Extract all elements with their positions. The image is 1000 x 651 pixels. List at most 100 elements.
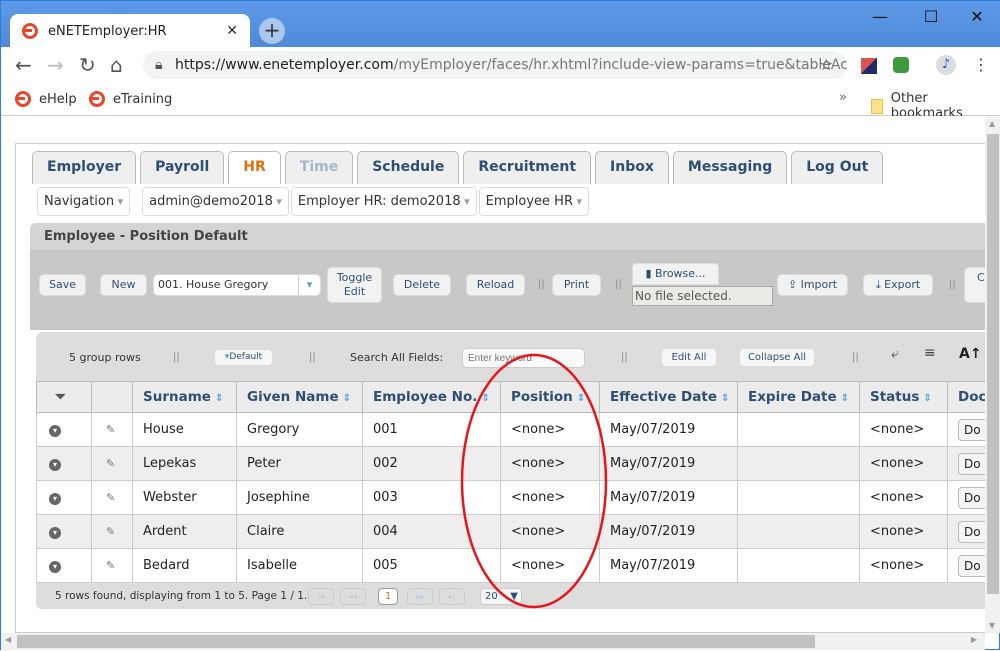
- scroll-right-icon[interactable]: ▶: [971, 635, 977, 644]
- pencil-icon[interactable]: ✎: [106, 525, 115, 538]
- expand-row-icon[interactable]: ▾: [49, 493, 61, 505]
- address-bar[interactable]: 🔒︎ https://www.enetemployer.com/myEmploye…: [143, 51, 847, 79]
- bookmark-star-icon[interactable]: ☆: [819, 55, 833, 74]
- employee-hr-dropdown[interactable]: Employee HR: [478, 187, 590, 216]
- bookmark-etraining[interactable]: eTraining: [89, 91, 172, 107]
- extension-shield-icon[interactable]: [893, 57, 909, 73]
- pencil-icon[interactable]: ✎: [106, 559, 115, 572]
- prev-page-button[interactable]: ◂◂: [340, 588, 366, 605]
- sort-icon[interactable]: ⇕: [721, 393, 729, 404]
- sort-icon[interactable]: ⇕: [215, 393, 223, 404]
- scroll-up-icon[interactable]: ▲: [989, 119, 995, 128]
- expand-row-icon[interactable]: ▾: [49, 459, 61, 471]
- scroll-left-icon[interactable]: ◀: [5, 635, 11, 644]
- new-button[interactable]: New: [100, 274, 147, 296]
- export-button[interactable]: ⤓ Export: [863, 274, 933, 296]
- tab-employer[interactable]: Employer: [32, 151, 137, 184]
- user-dropdown[interactable]: admin@demo2018: [142, 187, 289, 216]
- edit-all-button[interactable]: Edit All: [661, 348, 717, 367]
- back-icon[interactable]: ←: [15, 53, 32, 77]
- expand-cell[interactable]: ▾: [36, 412, 92, 447]
- horizontal-scroll-thumb[interactable]: [17, 635, 815, 648]
- import-button[interactable]: ⇪ Import: [777, 274, 848, 296]
- expand-cell[interactable]: ▾: [36, 514, 92, 549]
- column-header-position[interactable]: Position ⇕: [500, 381, 600, 413]
- home-icon[interactable]: ⌂: [110, 53, 123, 77]
- last-page-button[interactable]: ▸|: [439, 588, 465, 605]
- bookmark-ehelp[interactable]: eHelp: [15, 91, 77, 107]
- sort-icon[interactable]: ⇕: [841, 393, 849, 404]
- page-size-select[interactable]: 20 ▼: [480, 588, 522, 605]
- filter-column-header[interactable]: ⏷: [36, 381, 92, 413]
- extension-flag-icon[interactable]: [861, 58, 877, 74]
- vertical-scroll-thumb[interactable]: [987, 134, 999, 594]
- doc-button[interactable]: Do: [958, 554, 988, 577]
- toggle-edit-button[interactable]: Toggle Edit: [327, 267, 382, 303]
- edit-cell[interactable]: ✎: [91, 548, 133, 583]
- collapse-all-button[interactable]: Collapse All: [739, 348, 815, 367]
- next-page-button[interactable]: ▸▸: [407, 588, 433, 605]
- navigation-dropdown[interactable]: Navigation: [37, 187, 131, 216]
- table-row[interactable]: ▾ ✎ Bedard Isabelle 005 <none> May/07/2019 <non…: [36, 548, 989, 583]
- wrap-text-icon[interactable]: ⤶: [891, 346, 899, 362]
- sort-icon[interactable]: ⇕: [343, 393, 351, 404]
- browser-tab[interactable]: eNETEmployer:HR ✕: [10, 14, 250, 48]
- reload-button[interactable]: Reload: [466, 274, 525, 296]
- column-header-effective-date[interactable]: Effective Date ⇕: [599, 381, 738, 413]
- column-header-expire-date[interactable]: Expire Date ⇕: [737, 381, 860, 413]
- doc-button[interactable]: Do: [958, 452, 988, 475]
- font-size-icon[interactable]: A↑: [959, 346, 982, 362]
- table-row[interactable]: ▾ ✎ Webster Josephine 003 <none> May/07/2019 <n…: [36, 480, 989, 515]
- tab-recruitment[interactable]: Recruitment: [463, 151, 592, 184]
- pencil-icon[interactable]: ✎: [106, 457, 115, 470]
- column-header-employee-no[interactable]: Employee No. ⇕: [362, 381, 501, 413]
- profile-avatar[interactable]: ♪: [936, 55, 956, 75]
- save-button[interactable]: Save: [39, 274, 86, 296]
- doc-button[interactable]: Do: [958, 418, 988, 441]
- pencil-icon[interactable]: ✎: [106, 491, 115, 504]
- column-header-given-name[interactable]: Given Name ⇕: [236, 381, 363, 413]
- table-row[interactable]: ▾ ✎ Ardent Claire 004 <none> May/07/2019 <none>…: [36, 514, 989, 549]
- more-bookmarks-icon[interactable]: »: [839, 90, 847, 105]
- forward-icon[interactable]: →: [47, 53, 64, 77]
- sort-icon[interactable]: ⇕: [481, 393, 489, 404]
- column-header-surname[interactable]: Surname ⇕: [132, 381, 237, 413]
- table-row[interactable]: ▾ ✎ Lepekas Peter 002 <none> May/07/2019 <none>…: [36, 446, 989, 481]
- column-header-doc[interactable]: Doc: [947, 381, 989, 413]
- tab-inbox[interactable]: Inbox: [595, 151, 669, 184]
- table-row[interactable]: ▾ ✎ House Gregory 001 <none> May/07/2019 <none>…: [36, 412, 989, 447]
- tab-hr[interactable]: HR: [228, 151, 281, 184]
- sort-icon[interactable]: ⇕: [577, 393, 585, 404]
- clear-filter-icon[interactable]: ≡: [924, 345, 936, 361]
- reload-icon[interactable]: ↻: [79, 53, 96, 77]
- pencil-icon[interactable]: ✎: [106, 423, 115, 436]
- edit-cell[interactable]: ✎: [91, 412, 133, 447]
- page-1-button[interactable]: 1: [378, 588, 398, 605]
- expand-row-icon[interactable]: ▾: [49, 561, 61, 573]
- tab-schedule[interactable]: Schedule: [357, 151, 460, 184]
- employee-select[interactable]: 001. House Gregory ▾: [153, 274, 321, 296]
- close-window-button[interactable]: ✕: [967, 7, 987, 26]
- tab-messaging[interactable]: Messaging: [672, 151, 788, 184]
- expand-cell[interactable]: ▾: [36, 548, 92, 583]
- column-header-status[interactable]: Status ⇕: [859, 381, 948, 413]
- doc-button[interactable]: Do: [958, 486, 988, 509]
- minimize-button[interactable]: —: [870, 7, 890, 26]
- browse-button[interactable]: ▮ Browse...: [632, 263, 719, 285]
- tab-payroll[interactable]: Payroll: [140, 151, 225, 184]
- delete-button[interactable]: Delete: [393, 274, 451, 296]
- search-input[interactable]: [462, 348, 585, 368]
- edit-cell[interactable]: ✎: [91, 480, 133, 515]
- scroll-down-icon[interactable]: ▼: [989, 621, 995, 630]
- maximize-button[interactable]: ☐: [921, 7, 941, 26]
- close-tab-icon[interactable]: ✕: [226, 23, 238, 39]
- default-view-button[interactable]: ▾Default: [214, 349, 273, 366]
- doc-button[interactable]: Do: [958, 520, 988, 543]
- edit-cell[interactable]: ✎: [91, 446, 133, 481]
- new-tab-button[interactable]: +: [259, 18, 285, 44]
- expand-row-icon[interactable]: ▾: [49, 425, 61, 437]
- expand-cell[interactable]: ▾: [36, 480, 92, 515]
- employer-hr-dropdown[interactable]: Employer HR: demo2018: [290, 187, 477, 216]
- expand-row-icon[interactable]: ▾: [49, 527, 61, 539]
- print-button[interactable]: Print: [552, 274, 601, 296]
